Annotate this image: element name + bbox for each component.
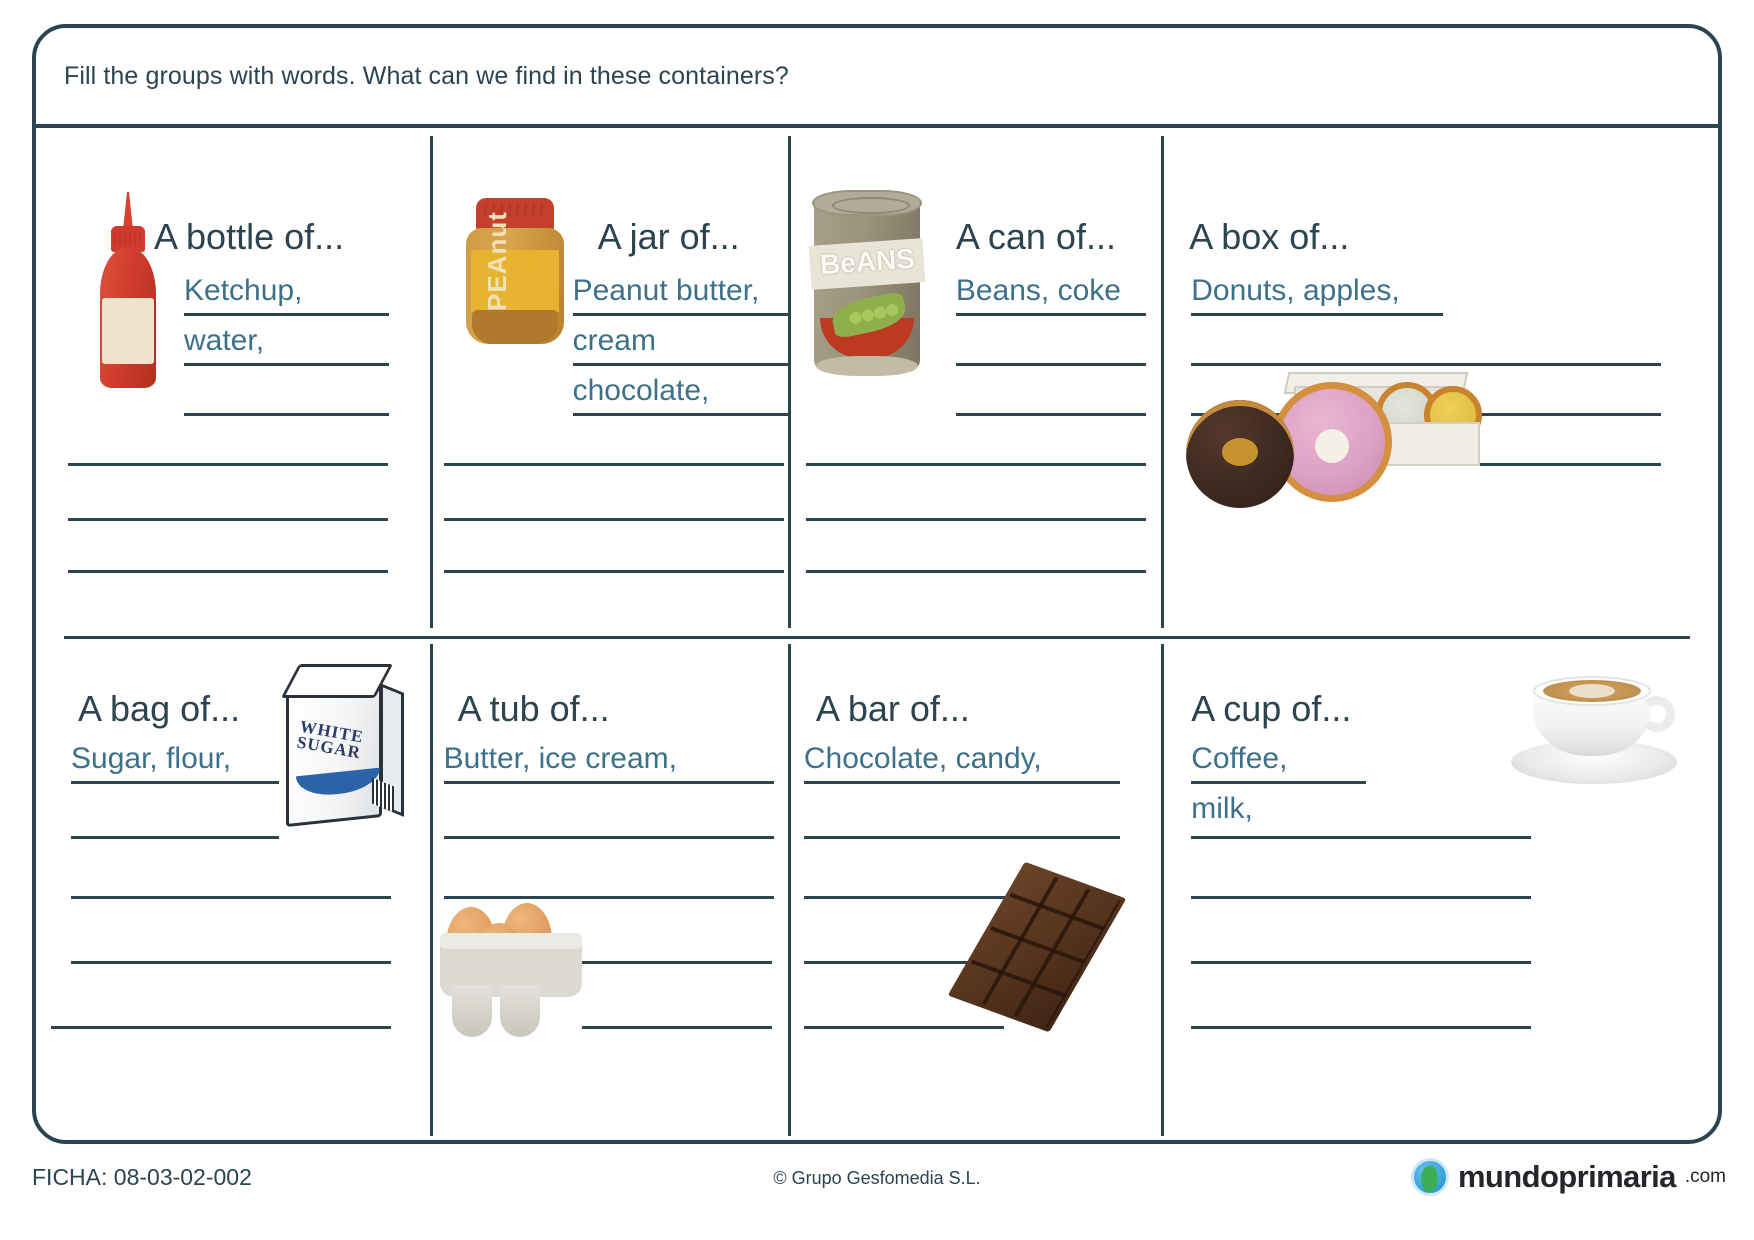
beans-can-icon: BeANS (808, 190, 926, 380)
answer-text-jar-3[interactable]: chocolate, (573, 374, 710, 408)
cell-cup: A cup of... Coffee, milk, (1161, 636, 1718, 1144)
answer-line-box-1[interactable] (1191, 313, 1444, 316)
answer-line-cup-5[interactable] (1191, 1026, 1532, 1029)
cell-bag: WHITE SUGAR A bag of... Sugar, flour, (36, 636, 430, 1144)
ketchup-bottle-icon (94, 192, 162, 392)
page-footer: FICHA: 08-03-02-002 © Grupo Gesfomedia S… (0, 1158, 1754, 1218)
answer-line-tub-1[interactable] (443, 781, 774, 784)
cell-jar: PEAnut A jar of... Peanut butter, cream … (429, 128, 788, 636)
answer-line-jar-1[interactable] (572, 313, 788, 316)
answer-line-can-3[interactable] (955, 413, 1146, 416)
cell-box: A box of... Donuts, apples, (1161, 128, 1718, 636)
beans-can-label: BeANS (818, 242, 916, 281)
answer-line-bottle-5[interactable] (68, 518, 388, 521)
answer-line-tub-2[interactable] (443, 836, 774, 839)
answer-line-bag-4[interactable] (71, 961, 391, 964)
answer-text-jar-2[interactable]: cream (573, 324, 656, 358)
answer-text-bag-1[interactable]: Sugar, flour, (71, 742, 231, 776)
answer-line-bottle-2[interactable] (184, 363, 389, 366)
cell-title-box: A box of... (1189, 216, 1350, 257)
answer-line-can-5[interactable] (805, 518, 1146, 521)
answer-line-bottle-6[interactable] (68, 570, 388, 573)
answer-line-bar-1[interactable] (803, 781, 1120, 784)
answer-line-jar-4[interactable] (443, 463, 784, 466)
answer-line-cup-4[interactable] (1191, 961, 1532, 964)
cell-tub: A tub of... Butter, ice cream, (429, 636, 788, 1144)
answer-text-box-1[interactable]: Donuts, apples, (1191, 274, 1399, 308)
egg-carton-icon (438, 901, 588, 1041)
cell-bottle: A bottle of... Ketchup, water, (36, 128, 430, 636)
worksheet-frame: Fill the groups with words. What can we … (32, 24, 1722, 1144)
answer-line-bag-2[interactable] (71, 836, 279, 839)
answer-line-bag-1[interactable] (71, 781, 279, 784)
peanut-jar-label: PEAnut (481, 211, 512, 311)
grid-row-top: A bottle of... Ketchup, water, PEAnut A … (36, 128, 1718, 636)
answer-text-bar-1[interactable]: Chocolate, candy, (804, 742, 1042, 776)
answer-text-tub-1[interactable]: Butter, ice cream, (444, 742, 677, 776)
answer-line-jar-5[interactable] (443, 518, 784, 521)
answer-line-bottle-4[interactable] (68, 463, 388, 466)
answer-text-bottle-1[interactable]: Ketchup, (184, 274, 302, 308)
answer-line-jar-6[interactable] (443, 570, 784, 573)
cell-title-bottle: A bottle of... (154, 216, 345, 257)
answer-line-can-1[interactable] (955, 313, 1146, 316)
globe-icon (1410, 1158, 1449, 1196)
answer-line-bag-5[interactable] (51, 1026, 391, 1029)
answer-line-can-6[interactable] (805, 570, 1146, 573)
answer-line-bottle-1[interactable] (184, 313, 389, 316)
chocolate-bar-icon (947, 861, 1133, 1051)
answer-line-bar-5[interactable] (803, 1026, 1004, 1029)
answer-text-bottle-2[interactable]: water, (184, 324, 264, 358)
answer-line-bar-2[interactable] (803, 836, 1120, 839)
worksheet-page: Fill the groups with words. What can we … (0, 0, 1754, 1240)
cell-bar: A bar of... Chocolate, candy, (787, 636, 1161, 1144)
answer-line-cup-3[interactable] (1191, 896, 1532, 899)
answer-text-jar-1[interactable]: Peanut butter, (573, 274, 760, 308)
cell-title-bar: A bar of... (815, 688, 970, 729)
grid-row-bottom: WHITE SUGAR A bag of... Sugar, flour, A … (36, 636, 1718, 1144)
answer-line-tub-3[interactable] (443, 896, 774, 899)
answer-text-can-1[interactable]: Beans, coke (956, 274, 1121, 308)
answer-line-bottle-3[interactable] (184, 413, 389, 416)
answer-text-cup-1[interactable]: Coffee, (1191, 742, 1287, 776)
cell-title-jar: A jar of... (597, 216, 740, 257)
container-grid: A bottle of... Ketchup, water, PEAnut A … (36, 128, 1718, 1144)
instruction-text: Fill the groups with words. What can we … (64, 61, 789, 90)
cell-can: BeANS A can of... Beans, coke (787, 128, 1161, 636)
brand-logo[interactable]: mundoprimaria .com (1410, 1158, 1726, 1196)
ficha-code: FICHA: 08-03-02-002 (32, 1164, 252, 1190)
copyright-text: © Grupo Gesfomedia S.L. (773, 1168, 981, 1188)
brand-tld: .com (1684, 1166, 1726, 1187)
brand-name: mundoprimaria (1457, 1159, 1676, 1194)
answer-line-cup-1[interactable] (1191, 781, 1367, 784)
answer-line-tub-4[interactable] (581, 961, 772, 964)
donut-box-icon (1176, 358, 1506, 518)
coffee-cup-icon (1511, 654, 1681, 789)
cell-title-cup: A cup of... (1191, 688, 1352, 729)
instruction-bar: Fill the groups with words. What can we … (36, 28, 1718, 124)
answer-line-cup-2[interactable] (1191, 836, 1532, 839)
cell-title-bag: A bag of... (78, 688, 241, 729)
cell-title-can: A can of... (955, 216, 1116, 257)
answer-text-cup-2[interactable]: milk, (1191, 792, 1253, 826)
answer-line-can-4[interactable] (805, 463, 1146, 466)
sugar-bag-icon: WHITE SUGAR (276, 664, 406, 829)
peanut-butter-jar-icon: PEAnut (462, 198, 568, 348)
answer-line-jar-2[interactable] (572, 363, 788, 366)
answer-line-bag-3[interactable] (71, 896, 391, 899)
cell-title-tub: A tub of... (457, 688, 610, 729)
answer-line-can-2[interactable] (955, 363, 1146, 366)
answer-line-tub-5[interactable] (581, 1026, 772, 1029)
answer-line-jar-3[interactable] (572, 413, 788, 416)
